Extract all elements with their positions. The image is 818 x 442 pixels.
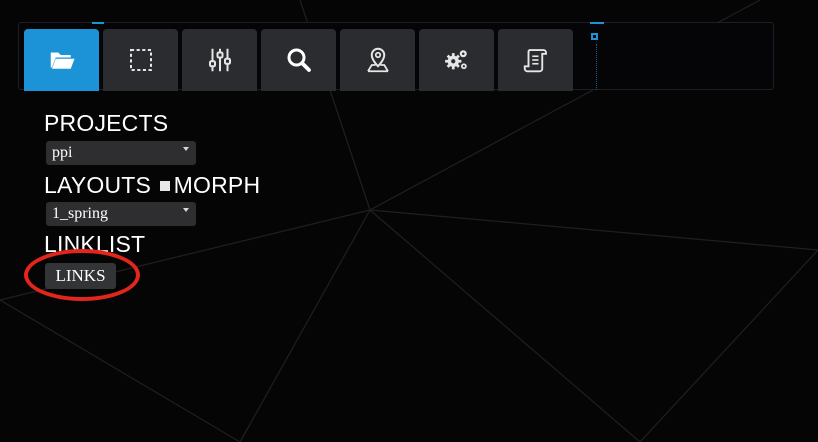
- morph-label: MORPH: [173, 172, 261, 198]
- main-toolbar: [18, 22, 774, 91]
- tab-location[interactable]: [340, 29, 415, 91]
- morph-checkbox[interactable]: [159, 180, 170, 191]
- toolbar-accent-right: [590, 22, 604, 24]
- gears-icon: [444, 50, 467, 70]
- folder-open-icon: [50, 52, 74, 69]
- tab-settings[interactable]: [182, 29, 257, 91]
- highlight-circle-annotation: [24, 249, 140, 301]
- project-select-value: ppi: [52, 144, 73, 161]
- chevron-down-icon: [183, 147, 189, 151]
- resize-handle[interactable]: [591, 33, 598, 40]
- tab-scroll[interactable]: [498, 29, 573, 91]
- layout-select-value: 1_spring: [52, 205, 108, 222]
- toolbar-separator: [596, 44, 597, 90]
- selection-icon: [129, 49, 152, 71]
- tab-search[interactable]: [261, 29, 336, 91]
- tab-selection[interactable]: [103, 29, 178, 91]
- sliders-icon: [208, 48, 231, 72]
- chevron-down-icon: [183, 208, 189, 212]
- map-pin-icon: [366, 47, 389, 73]
- layouts-label: LAYOUTS: [44, 172, 152, 198]
- search-icon: [287, 48, 311, 72]
- tab-gears[interactable]: [419, 29, 494, 91]
- toolbar-accent-left: [92, 22, 104, 24]
- tab-projects[interactable]: [24, 29, 99, 91]
- project-select[interactable]: ppi: [46, 141, 196, 165]
- layout-select[interactable]: 1_spring: [46, 202, 196, 226]
- layouts-row: LAYOUTS MORPH: [44, 172, 260, 199]
- projects-label: PROJECTS: [44, 110, 169, 136]
- scroll-icon: [523, 49, 547, 73]
